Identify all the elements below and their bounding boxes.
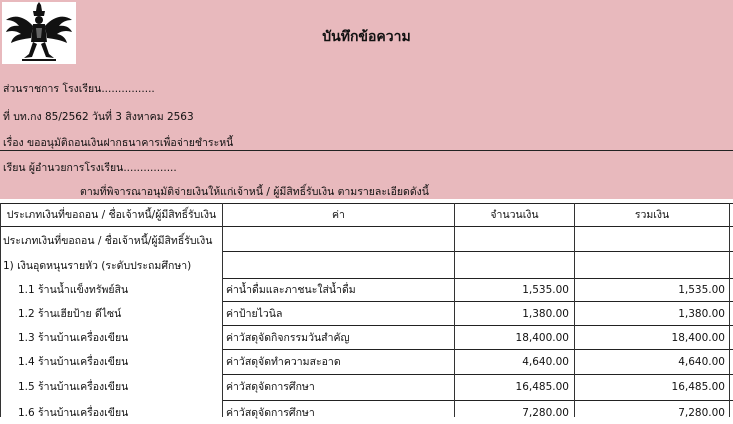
row-total: 16,485.00 [671,381,725,393]
department-line: ส่วนราชการ โรงเรียน................ [3,83,155,95]
table-top-border [0,203,733,204]
table-row-border [222,349,733,350]
intro-line: ตามที่พิจารณาอนุมัติจ่ายเงินให้แก่เจ้าหน… [80,186,429,198]
row-total: 4,640.00 [678,356,725,368]
memo-sheet: บันทึกข้อความ ส่วนราชการ โรงเรียน.......… [0,0,733,419]
table-header-total: รวมเงิน [634,209,670,221]
row-total: 7,280.00 [678,407,725,419]
row-total: 1,535.00 [678,284,725,296]
row-amount: 1,380.00 [522,308,569,320]
section-label: ประเภทเงินที่ขอถอน / ชื่อเจ้าหนี้/ผู้มีส… [3,235,213,247]
table-row-border [222,374,733,375]
row-item: ค่าวัสดุจัดการศึกษา [226,407,315,419]
row-name: 1.4 ร้านบ้านเครื่องเขียน [18,356,129,368]
addressee-line: เรียน ผู้อำนวยการโรงเรียน...............… [3,162,177,174]
table-col-border [0,203,1,417]
subject-divider [0,150,733,151]
group-label: 1) เงินอุดหนุนรายหัว (ระดับประถมศึกษา) [3,260,192,272]
row-total: 1,380.00 [678,308,725,320]
row-item: ค่าวัสดุจัดกิจกรรมวันสำคัญ [226,332,350,344]
table-header-amount: จำนวนเงิน [490,209,539,221]
row-name: 1.2 ร้านเฮียป้าย ดีไซน์ [18,308,122,320]
row-name: 1.6 ร้านบ้านเครื่องเขียน [18,407,129,419]
row-name: 1.3 ร้านบ้านเครื่องเขียน [18,332,129,344]
table-col-border [729,203,730,417]
row-amount: 4,640.00 [522,356,569,368]
table-row-border [222,325,733,326]
row-item: ค่าน้ำดื่มและภาชนะใส่น้ำดื่ม [226,284,356,296]
row-amount: 1,535.00 [522,284,569,296]
table-header-border [0,226,733,227]
row-item: ค่าวัสดุจัดการศึกษา [226,381,315,393]
row-amount: 16,485.00 [515,381,569,393]
row-amount: 7,280.00 [522,407,569,419]
table-col-border [222,203,223,417]
row-name: 1.1 ร้านน้ำแข็งทรัพย์สิน [18,284,129,296]
page-title: บันทึกข้อความ [322,29,411,45]
table-header-item: ค่า [332,209,345,221]
reference-line: ที่ บท.กง 85/2562 วันที่ 3 สิงหาคม 2563 [3,111,194,123]
table-header-name: ประเภทเงินที่ขอถอน / ชื่อเจ้าหนี้/ผู้มีส… [6,209,217,221]
table-row-border [222,400,733,401]
row-amount: 18,400.00 [515,332,569,344]
row-item: ค่าป้ายไวนิล [226,308,283,320]
subject-line: เรื่อง ขออนุมัติถอนเงินฝากธนาคารเพื่อจ่า… [3,137,234,149]
row-total: 18,400.00 [671,332,725,344]
row-name: 1.5 ร้านบ้านเครื่องเขียน [18,381,129,393]
table-row-border [222,301,733,302]
table-row-border [222,251,733,252]
row-item: ค่าวัสดุจัดทำความสะอาด [226,356,341,368]
